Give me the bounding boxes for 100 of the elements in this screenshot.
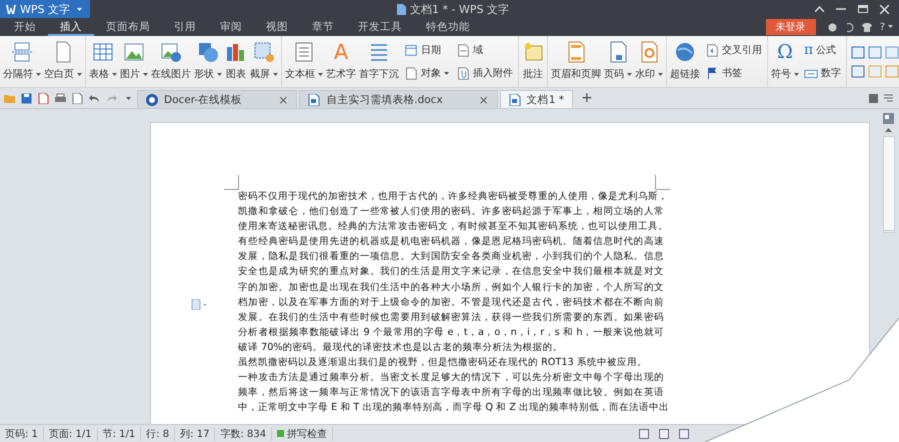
export-icon[interactable] <box>38 92 49 104</box>
ribbon-button[interactable]: 图表 <box>225 36 247 87</box>
close-icon[interactable] <box>880 4 889 14</box>
ribbon-button[interactable]: 数字 <box>804 66 841 80</box>
flag-icon <box>705 66 719 80</box>
ribbon-button[interactable]: 水印 <box>635 36 663 87</box>
maximize-icon[interactable] <box>858 5 868 13</box>
status-text: 字数: 834 <box>215 426 272 440</box>
panel-icon[interactable] <box>869 94 878 102</box>
caret-icon <box>143 72 148 76</box>
print-icon[interactable] <box>55 92 66 104</box>
toolbar-icon[interactable] <box>868 46 882 58</box>
picture-icon <box>123 41 145 63</box>
paragraph: 密码不仅用于现代的加密技术，也用于古代的，许多经典密码被受尊重的人使用，像是尤利乌斯， 凯撒和拿破仑，他们创造了一些常被人们使用的密码。许多密码起源于军事上，相同立场的人常 使用来寄送秘密讯息。经典的方法常攻击密码文，有时候甚至不知其密码系统，也可以使用工具。 有些经典密码是使用先进的机器或是机电密码机器，像是恩尼格玛密码机。随着信息时代的高速 发展，隐私是我们很看重的一项信息。大到国防安全各类商业机密，小到我们的个人隐私。信息 安全也是成为研究的重点对象。我们的生活是用文字来记录，在信息安全中我们最根本就是对文 字的加密。加密也是出现在我们生活中的各种大小场所，例如个人银行卡的加密，个人所写的文 档加密，以及在军事方面的对于上级命令的加密。不管是现代还是古代，密码技术都在不断向前 发展。在我们的生活中有些时候也需要用到破解密算法，获得一些我们所需要的东西。如果密码 分析者根据频率数能破译出 9 个最常用的字母 e，t，a，o，n，i，r，s 和 h，一般来说他就可 破译 70%的密码。最现代的译密技术也是以古老的频率分析法为根据的。 <box>238 190 664 355</box>
menu-tab[interactable]: 章节 <box>300 18 346 36</box>
document-tab[interactable]: Docer-在线模板 × <box>137 90 298 108</box>
shapes-icon <box>197 41 219 63</box>
paragraph-menu-icon[interactable] <box>191 299 207 310</box>
collapse-icon[interactable] <box>815 6 824 12</box>
ribbon-button[interactable]: 空白页 <box>44 36 82 87</box>
word-document-icon <box>308 94 320 106</box>
caret-icon <box>444 72 449 75</box>
shirt-icon[interactable] <box>862 22 872 32</box>
ribbon-button[interactable]: 批注 <box>522 36 544 87</box>
caret-icon <box>888 25 893 28</box>
ribbon-button[interactable]: π 公式 <box>804 43 841 58</box>
app-menu-button[interactable]: WPS 文字 <box>0 0 90 18</box>
page-break-icon <box>11 41 33 63</box>
ribbon-button[interactable]: 文本框 <box>285 36 323 87</box>
menu-tab[interactable]: 开始 <box>2 18 48 36</box>
ribbon-button[interactable]: 形状 <box>194 36 222 87</box>
document-icon <box>396 4 406 14</box>
ribbon-button[interactable]: 页码 <box>604 36 632 87</box>
calendar-icon <box>404 43 418 58</box>
ribbon-button[interactable]: 交叉引用 <box>705 43 762 58</box>
scroll-up-icon[interactable] <box>885 128 892 132</box>
ribbon-button[interactable]: 域 <box>456 43 513 58</box>
ribbon-button[interactable]: 插入附件 <box>456 66 513 80</box>
sync-icon[interactable] <box>844 22 854 32</box>
help-button[interactable]: ? <box>880 22 893 32</box>
ribbon-button[interactable]: 日期 <box>404 43 449 58</box>
status-text: 页码: 1 <box>0 426 44 440</box>
outline-view-icon[interactable] <box>679 428 689 438</box>
ribbon-button[interactable]: 表格 <box>89 36 117 87</box>
menu-icon[interactable] <box>884 94 893 102</box>
menu-tab[interactable]: 视图 <box>254 18 300 36</box>
caret-icon <box>318 72 323 76</box>
caret-icon <box>658 72 663 76</box>
symbol-icon: Ω <box>777 41 793 63</box>
caret-icon <box>36 72 41 76</box>
status-text: 页面: 1/1 <box>44 426 98 440</box>
symbol-icon: A <box>334 41 348 63</box>
caret-icon <box>273 72 278 76</box>
ribbon-button[interactable]: 首字下沉 <box>359 36 399 87</box>
spell-check-toggle[interactable]: 拼写检查 <box>272 426 334 440</box>
ribbon-button[interactable]: 超链接 <box>670 36 700 87</box>
caret-icon <box>627 72 632 76</box>
page-view-icon[interactable] <box>659 428 669 438</box>
menu-tab[interactable]: 引用 <box>162 18 208 36</box>
toolbar-icon[interactable] <box>851 64 865 78</box>
caret-icon <box>217 72 222 76</box>
object-icon <box>404 66 418 80</box>
menu-tab[interactable]: 特色功能 <box>414 18 482 36</box>
save-icon[interactable] <box>21 92 32 104</box>
preview-icon[interactable] <box>72 92 83 104</box>
document-tab[interactable]: 自主实习需填表格.docx × <box>299 90 498 108</box>
menu-tab[interactable]: 审阅 <box>208 18 254 36</box>
symbol-icon: π <box>804 43 814 58</box>
globe-icon <box>674 41 696 63</box>
caret-icon <box>77 72 82 76</box>
login-button[interactable]: 未登录 <box>766 19 816 35</box>
close-tab-button[interactable]: × <box>278 92 288 106</box>
ribbon-button[interactable]: 分隔符 <box>3 36 41 87</box>
navigation-icon[interactable] <box>883 113 894 124</box>
new-tab-button[interactable]: + <box>575 90 599 106</box>
status-text: 节: 1/1 <box>98 426 142 440</box>
undo-icon[interactable] <box>89 92 100 104</box>
comment-icon <box>522 41 544 63</box>
ribbon-button[interactable]: A 艺术字 <box>326 36 356 87</box>
ribbon-button[interactable]: Ω 符号 <box>771 36 799 87</box>
attachment-icon <box>456 66 470 80</box>
window-title: 文档1 * - WPS 文字 <box>410 2 509 16</box>
caret-icon <box>794 72 799 76</box>
docer-icon <box>146 94 158 106</box>
document-tab[interactable]: 文档1 * <box>500 90 574 108</box>
ribbon-button[interactable]: 截屏 <box>250 36 278 87</box>
close-tab-button[interactable]: × <box>478 92 489 106</box>
ribbon-button[interactable]: 图片 <box>120 36 148 87</box>
table-icon <box>92 41 114 63</box>
online-picture-icon <box>160 41 182 63</box>
ribbon-button[interactable]: 页眉和页脚 <box>551 36 601 87</box>
toolbar-icon[interactable] <box>885 46 899 58</box>
fullscreen-icon[interactable] <box>639 428 649 438</box>
ribbon-button[interactable]: 在线图片 <box>151 36 191 87</box>
ribbon-button[interactable]: 书签 <box>705 66 762 80</box>
paragraph: 虽然凯撒密码以及逐渐退出我们是的视野，但是恺撒密码还在现代的 ROT13 系统中被应用。 <box>238 356 648 370</box>
menu-tab[interactable]: 页面布局 <box>94 18 162 36</box>
toolbar-icon[interactable] <box>851 46 865 58</box>
ribbon-button[interactable]: 对象 <box>404 66 449 80</box>
menu-tab[interactable]: 开发工具 <box>346 18 414 36</box>
